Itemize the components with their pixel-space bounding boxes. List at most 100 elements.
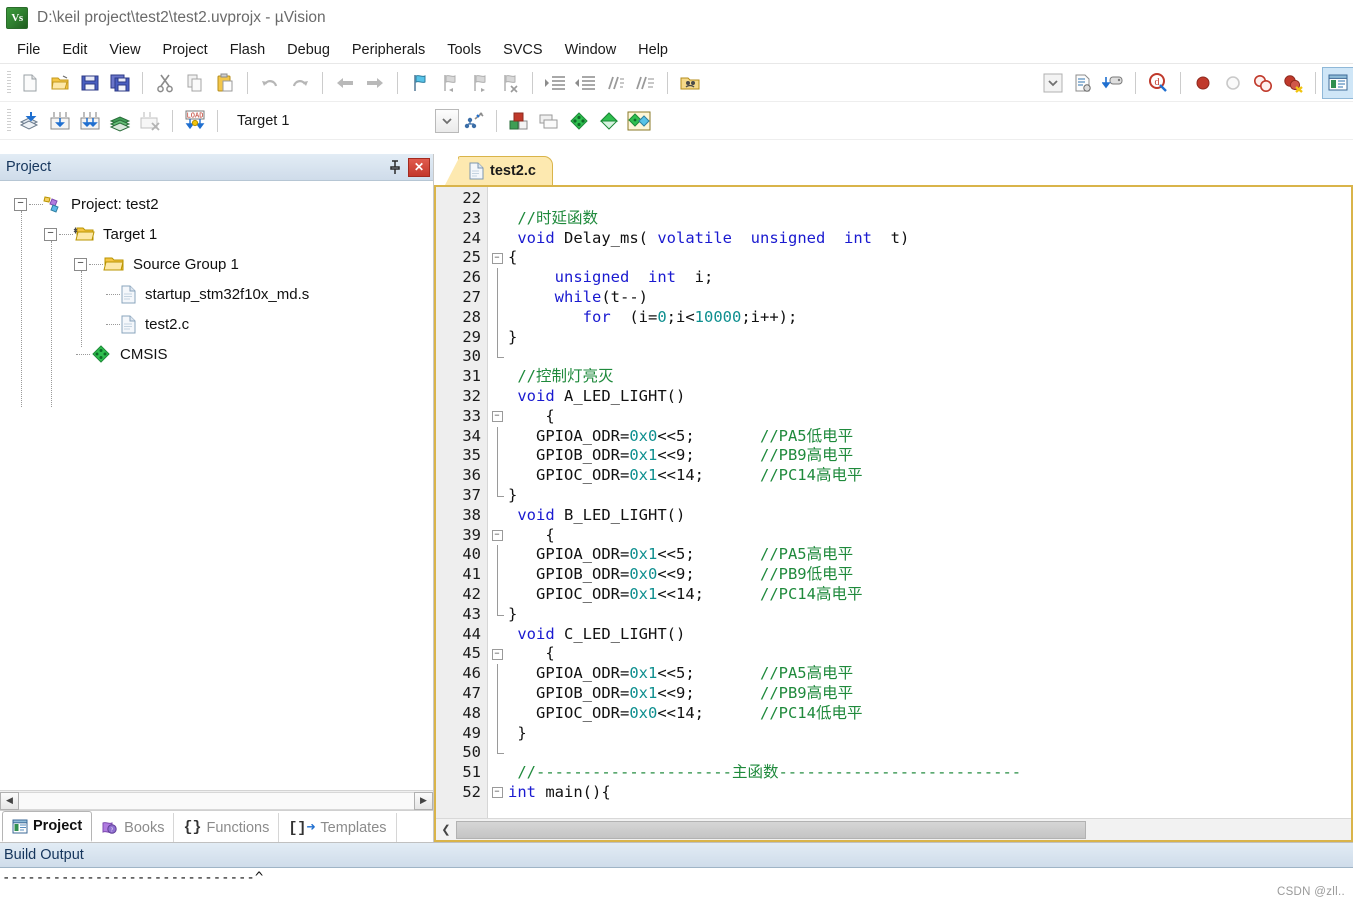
code-line[interactable]: 49 } <box>436 723 1351 744</box>
pin-icon[interactable] <box>384 157 406 178</box>
new-file-icon[interactable] <box>15 68 45 98</box>
code-line[interactable]: 35 GPIOB_ODR=0x1<<9; //PB9高电平 <box>436 446 1351 466</box>
tree-expander[interactable]: − <box>14 197 27 211</box>
fold-marker[interactable]: − <box>488 526 506 546</box>
menu-debug[interactable]: Debug <box>276 39 341 61</box>
fold-collapse-icon[interactable]: − <box>491 411 503 423</box>
stop-build-icon[interactable] <box>135 106 165 136</box>
tree-item-test2c-file[interactable]: test2.c <box>6 309 433 339</box>
scroll-track[interactable] <box>19 791 414 810</box>
menu-project[interactable]: Project <box>152 39 219 61</box>
menu-help[interactable]: Help <box>627 39 679 61</box>
code-line[interactable]: 24 void Delay_ms( volatile unsigned int … <box>436 229 1351 249</box>
code-line[interactable]: 42 GPIOC_ODR=0x1<<14; //PC14高电平 <box>436 584 1351 605</box>
code-lines[interactable]: 22 23 //时延函数 24 void Delay_ms( volatile un… <box>436 187 1351 818</box>
menu-peripherals[interactable]: Peripherals <box>341 39 436 61</box>
code-line[interactable]: 40 GPIOA_ODR=0x1<<5; //PA5高电平 <box>436 545 1351 565</box>
project-panel-hscrollbar[interactable]: ◀ ▶ <box>0 790 433 810</box>
pack-installer-icon[interactable] <box>564 106 594 136</box>
code-line[interactable]: 23 //时延函数 <box>436 209 1351 229</box>
save-icon[interactable] <box>75 68 105 98</box>
tree-item-source-group[interactable]: − Source Group 1 <box>6 249 433 279</box>
fold-collapse-icon[interactable]: − <box>491 252 503 264</box>
navigate-forward-icon[interactable] <box>360 68 390 98</box>
target-selector[interactable]: Target 1 <box>229 108 429 134</box>
multi-project-icon[interactable] <box>534 106 564 136</box>
project-window-icon[interactable] <box>1322 66 1353 99</box>
outdent-icon[interactable] <box>570 68 600 98</box>
breakpoint-kill-all-icon[interactable] <box>1278 68 1308 98</box>
fold-collapse-icon[interactable]: − <box>491 529 503 541</box>
code-viewport[interactable]: 22 23 //时延函数 24 void Delay_ms( volatile un… <box>436 187 1351 818</box>
undo-icon[interactable] <box>255 68 285 98</box>
tree-expander[interactable]: − <box>74 257 87 271</box>
bookmark-clear-icon[interactable] <box>495 68 525 98</box>
toolbar-grip[interactable] <box>7 70 11 95</box>
target-options-icon[interactable] <box>435 108 459 133</box>
rebuild-icon[interactable] <box>75 106 105 136</box>
code-line[interactable]: 41 GPIOB_ODR=0x0<<9; //PB9低电平 <box>436 565 1351 585</box>
tree-item-startup-file[interactable]: startup_stm32f10x_md.s <box>6 279 433 309</box>
menu-edit[interactable]: Edit <box>51 39 98 61</box>
find-in-files-icon[interactable] <box>675 68 705 98</box>
code-line[interactable]: 22 <box>436 189 1351 209</box>
code-line[interactable]: 38 void B_LED_LIGHT() <box>436 506 1351 526</box>
menu-tools[interactable]: Tools <box>436 39 492 61</box>
code-line[interactable]: 39− { <box>436 526 1351 546</box>
scroll-left-icon[interactable]: ◀ <box>0 791 19 810</box>
scroll-thumb[interactable] <box>456 820 1086 839</box>
open-file-icon[interactable] <box>45 68 75 98</box>
code-line[interactable]: 52− int main(){ <box>436 783 1351 803</box>
translate-icon[interactable] <box>15 106 45 136</box>
save-all-icon[interactable] <box>105 68 135 98</box>
pack-multi-icon[interactable] <box>624 106 654 136</box>
code-line[interactable]: 45− { <box>436 644 1351 664</box>
code-line[interactable]: 29} <box>436 327 1351 348</box>
cut-icon[interactable] <box>150 68 180 98</box>
fold-collapse-icon[interactable]: − <box>491 787 503 799</box>
components-icon[interactable] <box>504 106 534 136</box>
scroll-left-icon[interactable]: ❮ <box>436 820 456 840</box>
start-debug-icon[interactable]: d <box>1143 68 1173 98</box>
code-line[interactable]: 27 while(t--) <box>436 287 1351 308</box>
code-line[interactable]: 50 <box>436 743 1351 763</box>
code-line[interactable]: 48 GPIOC_ODR=0x0<<14; //PC14低电平 <box>436 703 1351 724</box>
config-dropdown-icon[interactable] <box>1038 68 1068 98</box>
breakpoint-insert-icon[interactable] <box>1188 68 1218 98</box>
breakpoint-disable-all-icon[interactable] <box>1248 68 1278 98</box>
copy-icon[interactable] <box>180 68 210 98</box>
debug-settings-icon[interactable] <box>1098 68 1128 98</box>
close-icon[interactable]: ✕ <box>408 157 430 177</box>
code-line[interactable]: 44 void C_LED_LIGHT() <box>436 625 1351 645</box>
code-line[interactable]: 30 <box>436 347 1351 367</box>
breakpoint-disable-icon[interactable] <box>1218 68 1248 98</box>
code-line[interactable]: 31 //控制灯亮灭 <box>436 367 1351 387</box>
tab-functions[interactable]: {} Functions <box>174 813 280 842</box>
uncomment-icon[interactable] <box>630 68 660 98</box>
code-line[interactable]: 46 GPIOA_ODR=0x1<<5; //PA5高电平 <box>436 664 1351 684</box>
scroll-right-icon[interactable]: ▶ <box>414 791 433 810</box>
bookmark-next-icon[interactable] <box>465 68 495 98</box>
code-line[interactable]: 26 unsigned int i; <box>436 268 1351 288</box>
text-config-icon[interactable] <box>1068 68 1098 98</box>
code-line[interactable]: 51 //---------------------主函数-----------… <box>436 763 1351 783</box>
tree-item-project[interactable]: − Project: test2 <box>6 189 433 219</box>
pack-green-icon[interactable] <box>594 106 624 136</box>
editor-hscrollbar[interactable]: ❮ <box>436 818 1351 840</box>
indent-icon[interactable] <box>540 68 570 98</box>
fold-marker[interactable]: − <box>488 644 506 664</box>
batch-build-icon[interactable] <box>105 106 135 136</box>
toolbar-grip[interactable] <box>7 108 11 133</box>
fold-collapse-icon[interactable]: − <box>491 648 503 660</box>
build-output-text[interactable]: ------------------------------^ <box>0 868 1353 886</box>
menu-flash[interactable]: Flash <box>219 39 276 61</box>
code-line[interactable]: 37} <box>436 485 1351 506</box>
fold-marker[interactable]: − <box>488 248 506 268</box>
code-line[interactable]: 32 void A_LED_LIGHT() <box>436 387 1351 407</box>
code-line[interactable]: 43} <box>436 604 1351 625</box>
menu-view[interactable]: View <box>98 39 151 61</box>
tree-item-cmsis[interactable]: CMSIS <box>6 339 433 369</box>
build-icon[interactable] <box>45 106 75 136</box>
navigate-back-icon[interactable] <box>330 68 360 98</box>
download-icon[interactable]: LOAD <box>180 106 210 136</box>
